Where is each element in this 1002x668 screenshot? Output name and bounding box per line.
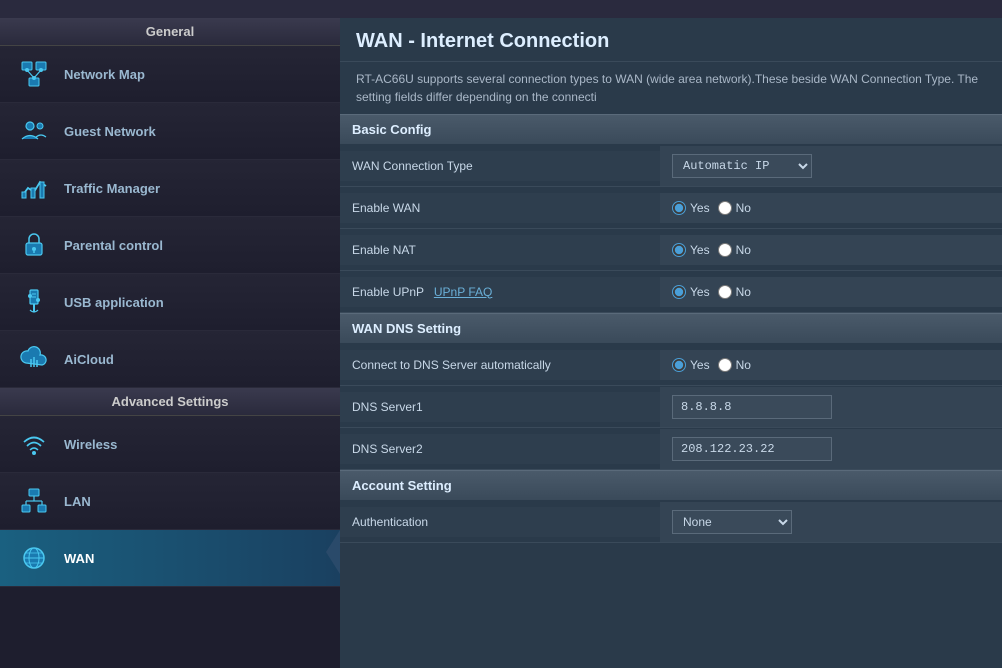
connect-dns-auto-radio-group: Yes No xyxy=(672,358,751,372)
enable-upnp-no-radio[interactable] xyxy=(718,285,732,299)
enable-upnp-value: Yes No xyxy=(660,277,1002,307)
dns-server2-input[interactable] xyxy=(672,437,832,461)
enable-upnp-yes-label[interactable]: Yes xyxy=(672,285,710,299)
connect-dns-no-text: No xyxy=(736,358,751,372)
sidebar-label-guest-network: Guest Network xyxy=(64,124,156,139)
sidebar-item-wan[interactable]: WAN xyxy=(0,530,340,587)
sidebar-label-wan: WAN xyxy=(64,551,94,566)
connect-dns-auto-label: Connect to DNS Server automatically xyxy=(340,350,660,380)
sidebar-item-network-map[interactable]: Network Map xyxy=(0,46,340,103)
sidebar-label-parental-control: Parental control xyxy=(64,238,163,253)
enable-upnp-label: Enable UPnP UPnP FAQ xyxy=(340,277,660,307)
dns-server1-value xyxy=(660,387,1002,427)
enable-nat-yes-radio[interactable] xyxy=(672,243,686,257)
enable-wan-no-text: No xyxy=(736,201,751,215)
enable-upnp-text: Enable UPnP xyxy=(352,285,424,299)
enable-nat-yes-label[interactable]: Yes xyxy=(672,243,710,257)
enable-upnp-yes-radio[interactable] xyxy=(672,285,686,299)
dns-server2-row: DNS Server2 xyxy=(340,428,1002,470)
enable-upnp-yes-text: Yes xyxy=(690,285,710,299)
sidebar-item-usb-application[interactable]: USB application xyxy=(0,274,340,331)
dns-server1-row: DNS Server1 xyxy=(340,386,1002,428)
enable-upnp-radio-group: Yes No xyxy=(672,285,751,299)
enable-nat-yes-text: Yes xyxy=(690,243,710,257)
sidebar-label-wireless: Wireless xyxy=(64,437,117,452)
page-description: RT-AC66U supports several connection typ… xyxy=(340,62,1002,114)
enable-wan-no-label[interactable]: No xyxy=(718,201,751,215)
sidebar-label-usb-application: USB application xyxy=(64,295,164,310)
basic-config-header: Basic Config xyxy=(340,114,1002,145)
enable-wan-no-radio[interactable] xyxy=(718,201,732,215)
main-content-area: WAN - Internet Connection RT-AC66U suppo… xyxy=(340,18,1002,668)
sidebar-label-network-map: Network Map xyxy=(64,67,145,82)
dns-server2-label: DNS Server2 xyxy=(340,434,660,464)
sidebar-general-header: General xyxy=(0,18,340,46)
sidebar-label-lan: LAN xyxy=(64,494,91,509)
page-title: WAN - Internet Connection xyxy=(340,18,1002,62)
connect-dns-yes-label[interactable]: Yes xyxy=(672,358,710,372)
enable-wan-row: Enable WAN Yes No xyxy=(340,187,1002,229)
enable-wan-yes-radio[interactable] xyxy=(672,201,686,215)
enable-nat-no-radio[interactable] xyxy=(718,243,732,257)
dns-server2-value xyxy=(660,429,1002,469)
sidebar-label-aicloud: AiCloud xyxy=(64,352,114,367)
wan-connection-type-select[interactable]: Automatic IP PPPoE PPTP L2TP Static IP xyxy=(672,154,812,178)
top-bar xyxy=(0,0,1002,18)
sidebar-item-wireless[interactable]: Wireless xyxy=(0,416,340,473)
enable-nat-row: Enable NAT Yes No xyxy=(340,229,1002,271)
enable-wan-yes-text: Yes xyxy=(690,201,710,215)
connect-dns-no-label[interactable]: No xyxy=(718,358,751,372)
connect-dns-no-radio[interactable] xyxy=(718,358,732,372)
sidebar-item-traffic-manager[interactable]: Traffic Manager xyxy=(0,160,340,217)
wireless-icon xyxy=(16,426,52,462)
wan-icon xyxy=(16,540,52,576)
connect-dns-yes-text: Yes xyxy=(690,358,710,372)
enable-nat-no-text: No xyxy=(736,243,751,257)
authentication-select[interactable]: None PAP CHAP MS-CHAP MS-CHAPv2 xyxy=(672,510,792,534)
sidebar-item-parental-control[interactable]: Parental control xyxy=(0,217,340,274)
sidebar-advanced-header: Advanced Settings xyxy=(0,388,340,416)
wan-dns-header: WAN DNS Setting xyxy=(340,313,1002,344)
connect-dns-yes-radio[interactable] xyxy=(672,358,686,372)
guest-network-icon xyxy=(16,113,52,149)
lan-icon xyxy=(16,483,52,519)
authentication-row: Authentication None PAP CHAP MS-CHAP MS-… xyxy=(340,501,1002,543)
enable-nat-no-label[interactable]: No xyxy=(718,243,751,257)
enable-upnp-row: Enable UPnP UPnP FAQ Yes No xyxy=(340,271,1002,313)
sidebar-label-traffic-manager: Traffic Manager xyxy=(64,181,160,196)
sidebar-item-aicloud[interactable]: AiCloud xyxy=(0,331,340,388)
enable-wan-radio-group: Yes No xyxy=(672,201,751,215)
sidebar: General Network Map xyxy=(0,18,340,668)
enable-upnp-no-text: No xyxy=(736,285,751,299)
enable-upnp-no-label[interactable]: No xyxy=(718,285,751,299)
sidebar-item-lan[interactable]: LAN xyxy=(0,473,340,530)
parental-control-icon xyxy=(16,227,52,263)
authentication-label: Authentication xyxy=(340,507,660,537)
upnp-faq-link[interactable]: UPnP FAQ xyxy=(434,285,492,299)
authentication-value: None PAP CHAP MS-CHAP MS-CHAPv2 xyxy=(660,502,1002,542)
connect-dns-auto-value: Yes No xyxy=(660,350,1002,380)
sidebar-item-guest-network[interactable]: Guest Network xyxy=(0,103,340,160)
enable-wan-yes-label[interactable]: Yes xyxy=(672,201,710,215)
main-layout: General Network Map xyxy=(0,18,1002,668)
enable-wan-label: Enable WAN xyxy=(340,193,660,223)
account-setting-header: Account Setting xyxy=(340,470,1002,501)
network-map-icon xyxy=(16,56,52,92)
traffic-manager-icon xyxy=(16,170,52,206)
usb-application-icon xyxy=(16,284,52,320)
dns-server1-input[interactable] xyxy=(672,395,832,419)
enable-nat-radio-group: Yes No xyxy=(672,243,751,257)
aicloud-icon xyxy=(16,341,52,377)
connect-dns-auto-row: Connect to DNS Server automatically Yes … xyxy=(340,344,1002,386)
enable-nat-value: Yes No xyxy=(660,235,1002,265)
enable-wan-value: Yes No xyxy=(660,193,1002,223)
enable-nat-label: Enable NAT xyxy=(340,235,660,265)
wan-connection-type-row: WAN Connection Type Automatic IP PPPoE P… xyxy=(340,145,1002,187)
wan-connection-type-label: WAN Connection Type xyxy=(340,151,660,181)
dns-server1-label: DNS Server1 xyxy=(340,392,660,422)
wan-connection-type-value: Automatic IP PPPoE PPTP L2TP Static IP xyxy=(660,146,1002,186)
